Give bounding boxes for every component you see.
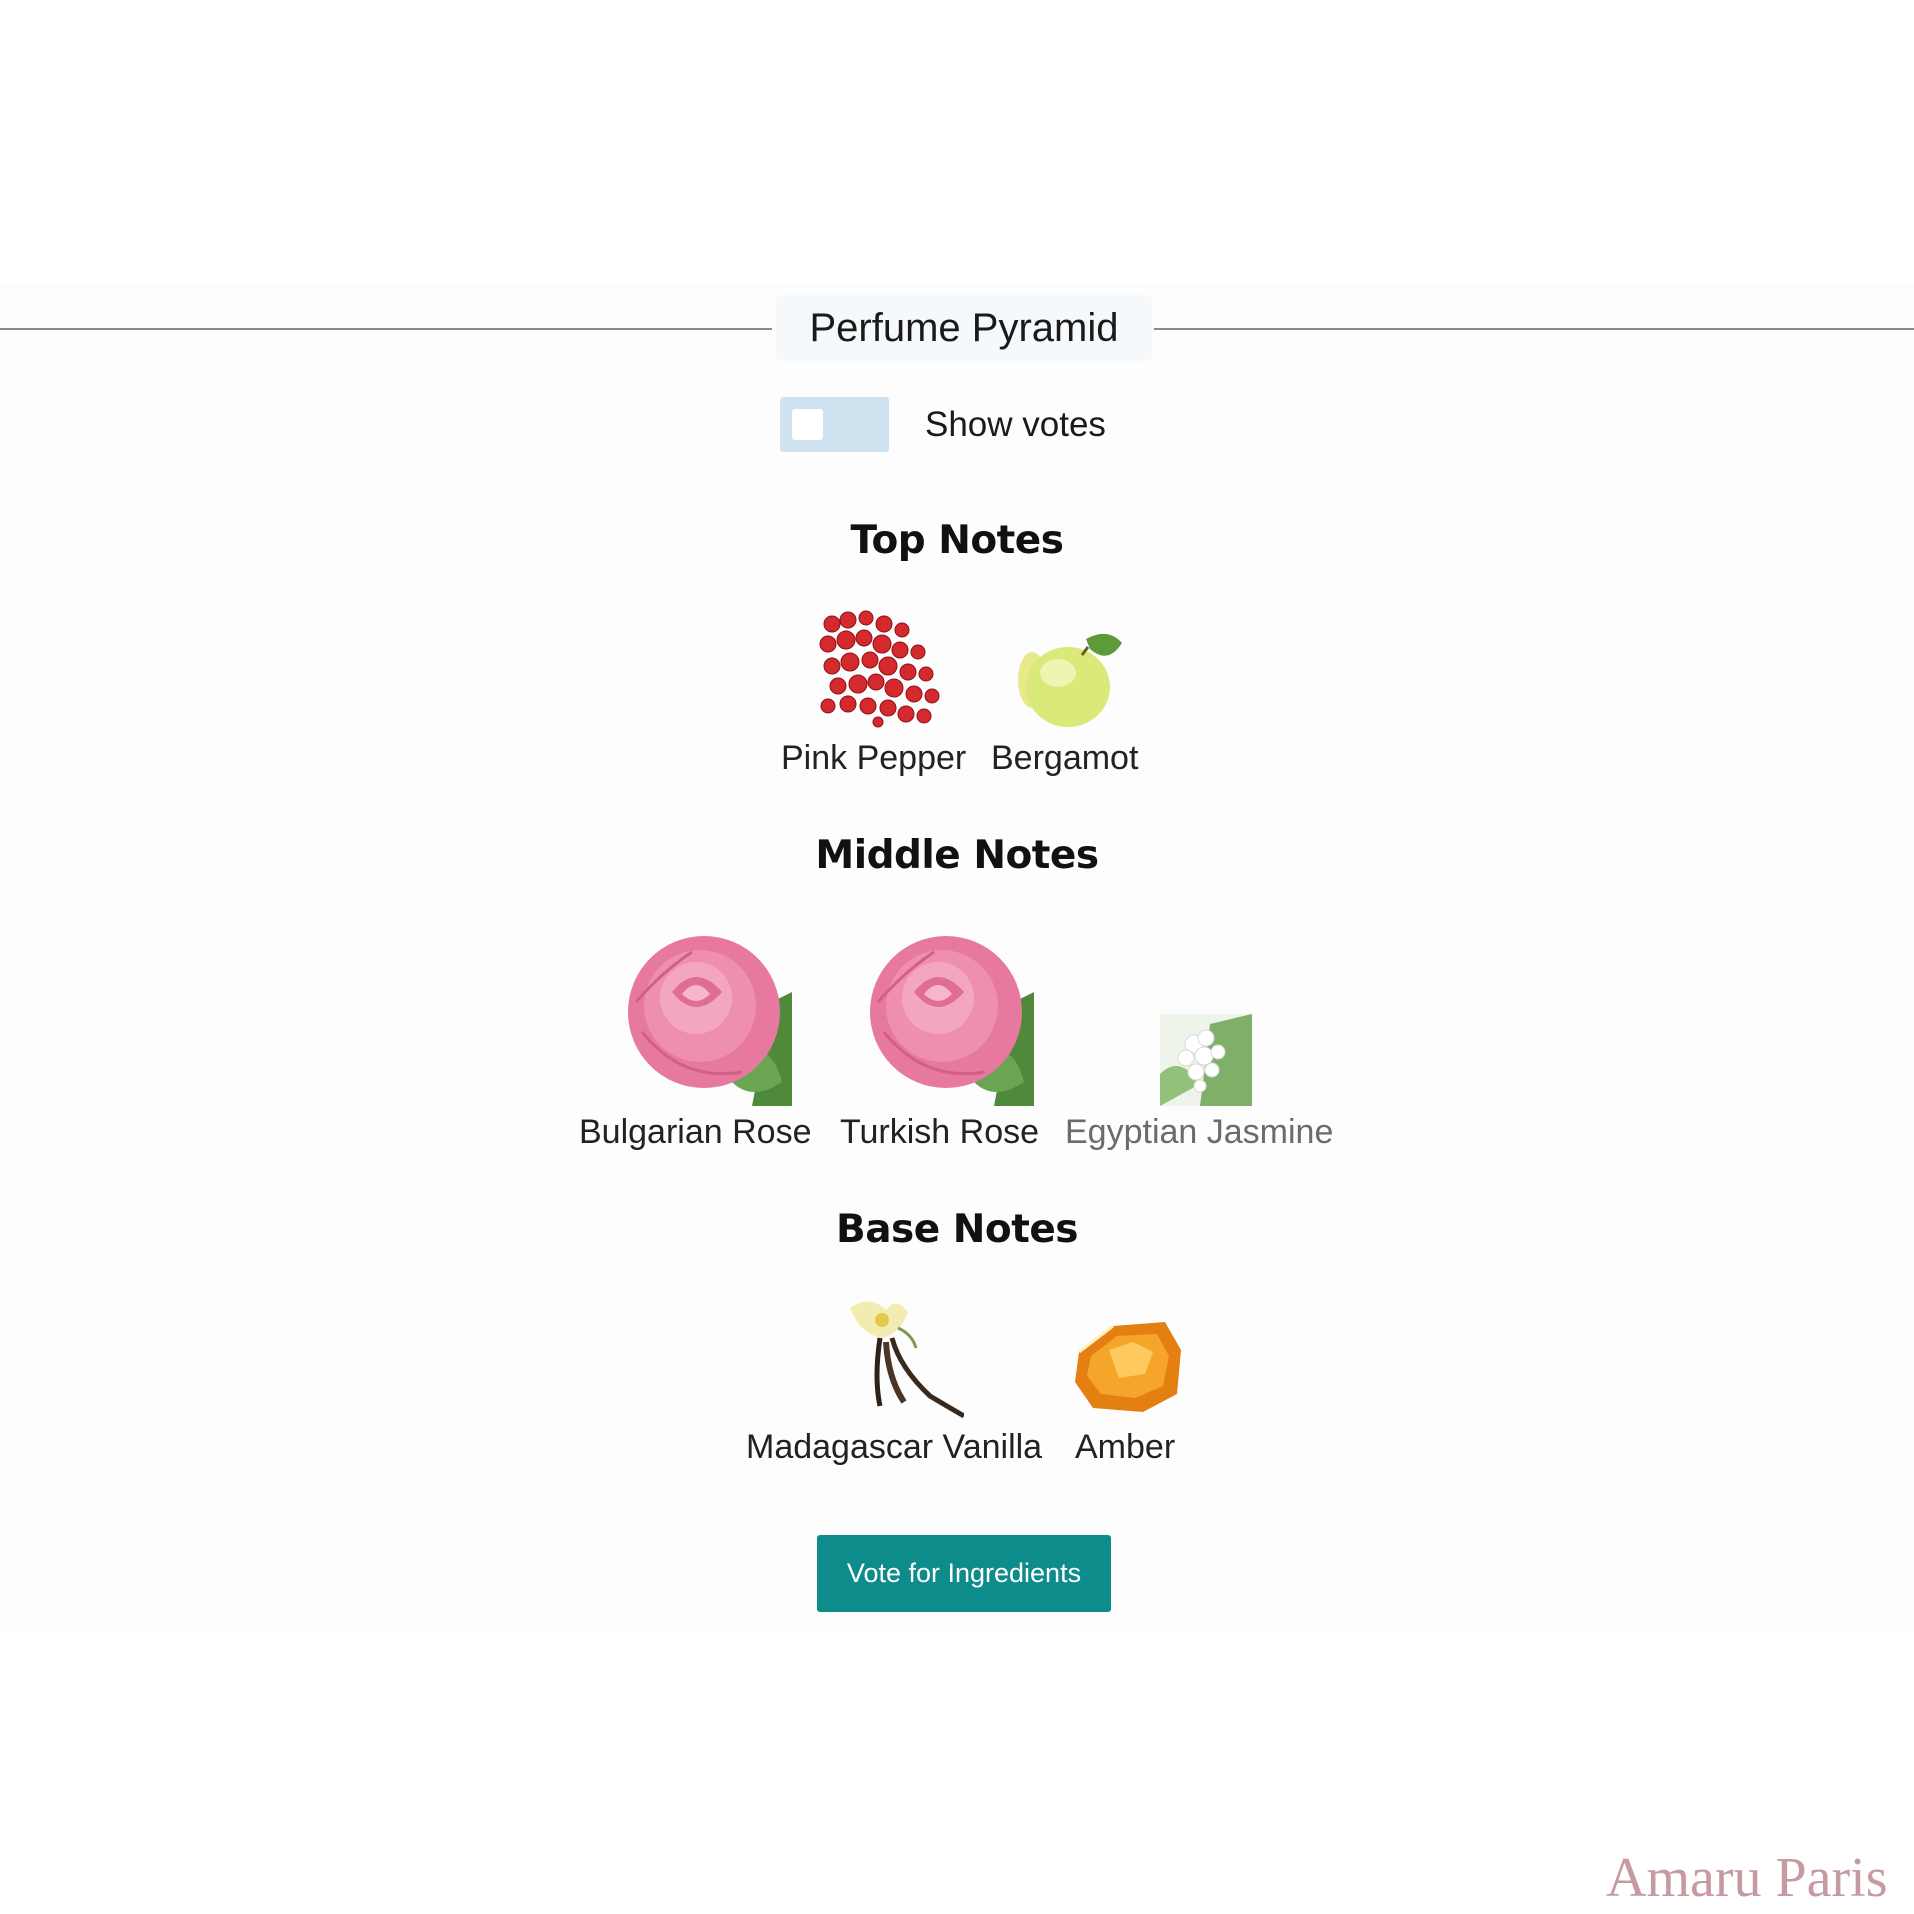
note-label-bergamot[interactable]: Bergamot — [991, 738, 1138, 778]
top-notes-heading: Top Notes — [850, 518, 1064, 563]
vanilla-icon[interactable] — [840, 1298, 964, 1420]
rose-icon[interactable] — [622, 932, 792, 1106]
pink-pepper-icon[interactable] — [818, 610, 942, 728]
amber-icon[interactable] — [1073, 1316, 1183, 1414]
amaru-paris-watermark: Amaru Paris — [1606, 1847, 1888, 1909]
divider-left — [0, 328, 772, 330]
note-label-madagascar-vanilla[interactable]: Madagascar Vanilla — [746, 1427, 1042, 1467]
middle-notes-heading: Middle Notes — [815, 833, 1099, 878]
page-title: Perfume Pyramid — [776, 295, 1152, 361]
note-label-turkish-rose[interactable]: Turkish Rose — [840, 1112, 1039, 1152]
note-label-pink-pepper[interactable]: Pink Pepper — [781, 738, 966, 778]
show-votes-label: Show votes — [925, 405, 1106, 444]
note-label-amber[interactable]: Amber — [1075, 1427, 1175, 1467]
base-notes-heading: Base Notes — [835, 1207, 1079, 1252]
note-label-egyptian-jasmine[interactable]: Egyptian Jasmine — [1065, 1112, 1333, 1152]
note-label-bulgarian-rose[interactable]: Bulgarian Rose — [579, 1112, 811, 1152]
toggle-knob[interactable] — [792, 409, 823, 440]
vote-for-ingredients-button[interactable]: Vote for Ingredients — [817, 1535, 1111, 1612]
rose-icon[interactable] — [864, 932, 1034, 1106]
jasmine-icon[interactable] — [1160, 1014, 1252, 1106]
show-votes-toggle[interactable] — [780, 397, 889, 452]
divider-right — [1154, 328, 1914, 330]
bergamot-icon[interactable] — [1012, 625, 1124, 730]
